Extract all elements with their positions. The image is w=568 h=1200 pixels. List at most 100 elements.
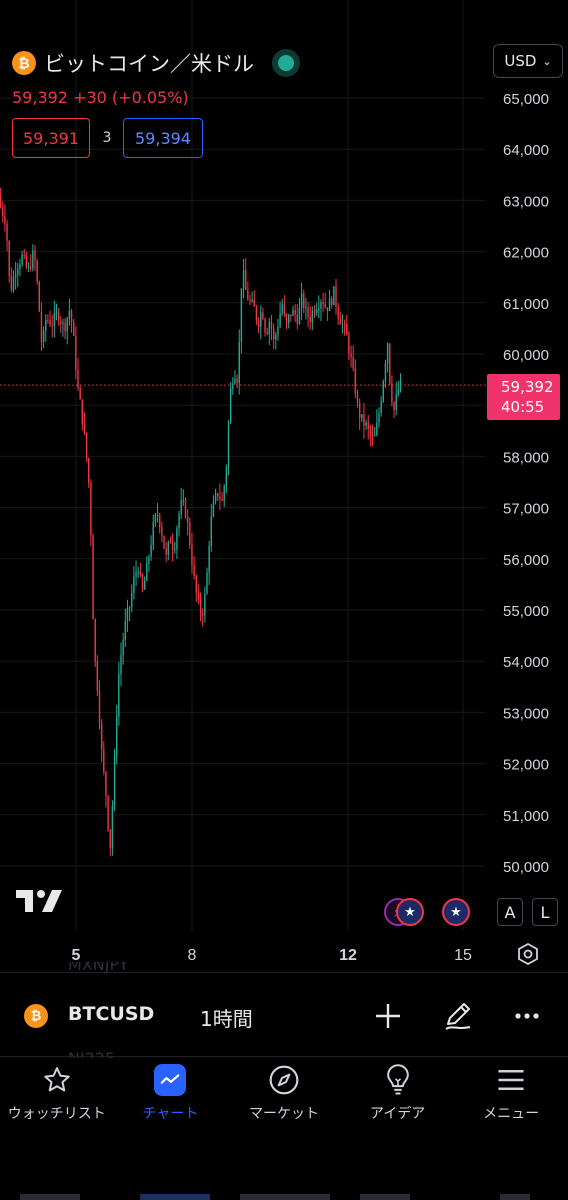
candle-body <box>12 276 15 291</box>
system-gesture-area <box>20 1194 530 1200</box>
bottom-navigation: ウォッチリスト チャート マーケット アイデア メニュー <box>0 1056 568 1136</box>
candle-body <box>113 755 116 806</box>
candle-body <box>238 342 240 383</box>
candle-body <box>343 323 346 325</box>
buy-button[interactable]: 59,394 <box>123 118 203 158</box>
candle-body <box>79 387 81 400</box>
candle-body <box>236 378 238 383</box>
candle-body <box>219 496 221 500</box>
sell-button[interactable]: 59,391 <box>12 118 90 158</box>
candle-body <box>32 250 34 269</box>
candle-body <box>245 270 247 290</box>
more-icon[interactable] <box>511 1000 543 1032</box>
candle-body <box>227 422 230 468</box>
candle-body <box>49 320 51 326</box>
candle-body <box>45 320 47 331</box>
ghost-symbol-top: MXNJPY <box>68 962 129 974</box>
candle-body <box>399 380 402 390</box>
candle-body <box>214 493 217 502</box>
candle-body <box>10 276 13 291</box>
candle-body <box>395 394 397 410</box>
symbol-header[interactable]: ₿ ビットコイン／米ドル <box>12 48 294 78</box>
candle-body <box>171 543 174 550</box>
candle-body <box>333 286 335 305</box>
candles <box>0 187 402 857</box>
candle-body <box>255 306 258 321</box>
candle-body <box>307 307 309 317</box>
drawing-tools-icon[interactable] <box>442 1000 474 1032</box>
candle-body <box>197 592 200 600</box>
candle-body <box>311 310 314 322</box>
candle-body <box>96 661 99 691</box>
candle-body <box>100 723 103 750</box>
candle-body <box>275 335 277 340</box>
economic-events[interactable]: ⚡ ★ ★ <box>384 898 470 926</box>
candle-body <box>159 515 161 527</box>
candle-body <box>296 314 298 324</box>
candle-body <box>328 298 331 311</box>
candle-body <box>260 312 262 327</box>
candle-body <box>146 562 148 581</box>
interval-button[interactable]: 1時間 <box>200 1003 253 1032</box>
candle-body <box>30 266 32 269</box>
last-price-tag: 59,392 40:55 <box>487 374 560 420</box>
us-flag-icon[interactable]: ★ <box>442 898 470 926</box>
candle-body <box>225 467 228 487</box>
candle-body <box>169 541 172 544</box>
nav-ideas[interactable]: アイデア <box>341 1056 455 1136</box>
candle-body <box>64 322 66 332</box>
candle-body <box>88 458 90 484</box>
y-axis-tick-label: 53,000 <box>503 705 549 722</box>
candle-body <box>257 320 260 327</box>
market-status-icon[interactable] <box>278 55 294 71</box>
candle-body <box>229 388 232 423</box>
chart-settings-icon[interactable] <box>516 942 540 966</box>
candle-body <box>51 325 53 327</box>
last-price-value: 59,392 <box>501 378 554 396</box>
candle-body <box>118 674 120 717</box>
spread-value: 3 <box>102 130 112 146</box>
candle-body <box>341 323 344 325</box>
nav-markets[interactable]: マーケット <box>227 1056 341 1136</box>
plus-icon[interactable] <box>372 1000 404 1032</box>
nav-label: メニュー <box>483 1106 540 1122</box>
candle-body <box>292 310 294 316</box>
x-axis-tick-label: 12 <box>339 947 357 964</box>
currency-selector[interactable]: USD ⌄ <box>493 44 563 78</box>
event-group[interactable]: ⚡ ★ <box>384 898 424 926</box>
tradingview-logo[interactable] <box>16 888 62 914</box>
candle-body <box>369 428 372 436</box>
symbol-search-button[interactable]: BTCUSD <box>68 1003 154 1025</box>
candle-body <box>94 619 96 662</box>
candle-body <box>391 383 393 403</box>
candle-body <box>19 264 21 269</box>
chart-area[interactable]: 65,00064,00063,00062,00061,00060,00059,0… <box>0 0 568 972</box>
nav-menu[interactable]: メニュー <box>454 1056 568 1136</box>
candle-body <box>279 313 281 327</box>
us-flag-icon: ★ <box>396 898 424 926</box>
candle-body <box>47 320 49 322</box>
candle-body <box>335 286 337 307</box>
candle-body <box>6 223 8 241</box>
candle-body <box>386 343 389 364</box>
candle-body <box>128 607 131 609</box>
auto-scale-button[interactable]: A <box>497 898 523 926</box>
y-axis-tick-label: 63,000 <box>503 193 549 210</box>
candle-body <box>348 335 350 354</box>
candle-body <box>270 321 273 329</box>
y-axis-tick-label: 56,000 <box>503 552 549 569</box>
candle-body <box>315 310 318 313</box>
y-axis-tick-label: 61,000 <box>503 296 549 313</box>
candle-body <box>103 749 105 772</box>
candle-body <box>148 556 150 563</box>
candle-body <box>191 544 193 566</box>
log-scale-button[interactable]: L <box>532 898 558 926</box>
candle-body <box>290 314 292 316</box>
nav-watchlist[interactable]: ウォッチリスト <box>0 1056 114 1136</box>
candle-body <box>202 613 204 616</box>
candle-body <box>212 501 215 517</box>
candle-body <box>305 307 307 309</box>
candle-body <box>204 593 206 616</box>
candle-body <box>346 324 348 336</box>
nav-chart[interactable]: チャート <box>114 1056 228 1136</box>
